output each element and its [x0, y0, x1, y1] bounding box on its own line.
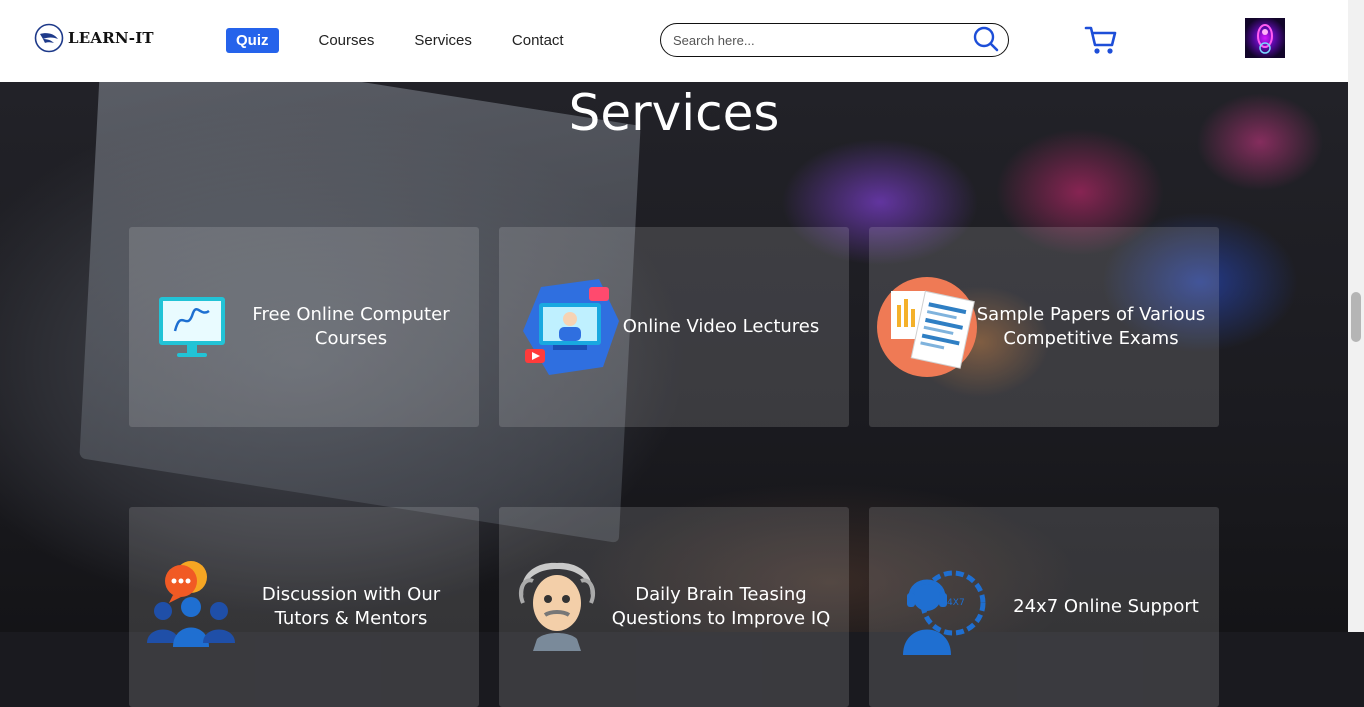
cart-icon[interactable] — [1084, 24, 1118, 56]
page-title: Services — [568, 84, 780, 142]
service-card-video-lectures[interactable]: Online Video Lectures — [499, 227, 849, 427]
main-nav: Quiz Courses Services Contact — [226, 28, 604, 53]
papers-icon — [877, 277, 977, 377]
service-card-label: Daily Brain Teasing Questions to Improve… — [611, 584, 831, 629]
service-card-label: Discussion with Our Tutors & Mentors — [261, 584, 441, 629]
service-card-support[interactable]: 24X7 24x7 Online Support — [869, 507, 1219, 707]
search-icon[interactable] — [972, 25, 1000, 53]
top-navbar: LEARN-IT Quiz Courses Services Contact — [0, 0, 1348, 82]
service-card-label: 24x7 Online Support — [1013, 596, 1199, 617]
monitor-icon — [159, 297, 225, 357]
einstein-icon — [518, 562, 596, 651]
avatar-image — [1257, 24, 1273, 54]
nav-courses[interactable]: Courses — [319, 28, 375, 53]
nav-services[interactable]: Services — [414, 28, 472, 53]
brand-name: LEARN-IT — [68, 29, 154, 47]
support-headset-icon: 24X7 — [903, 570, 986, 655]
discussion-icon — [147, 561, 235, 647]
avatar[interactable] — [1245, 18, 1285, 58]
service-card-computer-courses[interactable]: Free Online Computer Courses — [129, 227, 479, 427]
page-scrollbar-thumb[interactable] — [1351, 292, 1361, 342]
nav-quiz[interactable]: Quiz — [226, 28, 279, 53]
nav-contact[interactable]: Contact — [512, 28, 564, 53]
search-bar — [660, 23, 1009, 57]
service-card-sample-papers[interactable]: Sample Papers of Various Competitive Exa… — [869, 227, 1219, 427]
service-card-label: Online Video Lectures — [622, 316, 820, 337]
search-input[interactable] — [671, 32, 965, 49]
service-card-discussion[interactable]: Discussion with Our Tutors & Mentors — [129, 507, 479, 707]
service-card-brain-teasers[interactable]: Daily Brain Teasing Questions to Improve… — [499, 507, 849, 707]
service-card-label: Free Online Computer Courses — [252, 304, 450, 349]
feather-logo-icon — [34, 23, 64, 53]
service-card-label: Sample Papers of Various Competitive Exa… — [976, 304, 1206, 349]
brand-logo[interactable]: LEARN-IT — [34, 23, 154, 53]
